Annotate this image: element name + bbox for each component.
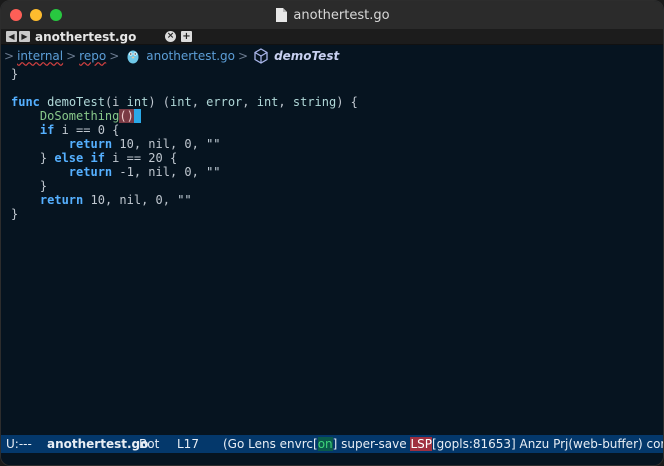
- go-file-icon: [126, 48, 140, 64]
- breadcrumb-separator: >: [66, 48, 77, 63]
- window-title-text: anothertest.go: [293, 7, 390, 23]
- buffer-position: Bot: [139, 437, 160, 451]
- code-line-8: return -1, nil, 0, "": [68, 165, 221, 179]
- breadcrumb-item-file[interactable]: anothertest.go: [146, 49, 235, 63]
- code-line-3: func demoTest(i int) (int, error, int, s…: [11, 95, 358, 109]
- maximize-window-button[interactable]: [50, 9, 62, 21]
- breadcrumb-separator: >: [238, 48, 249, 63]
- code-line-10: return 10, nil, 0, "": [39, 193, 192, 207]
- breadcrumb-item-internal[interactable]: internal: [17, 49, 63, 63]
- mode-line: U:--- anothertest.go Bot L17 (Go Lens en…: [1, 435, 663, 453]
- chevron-left-icon[interactable]: ◀: [6, 31, 17, 42]
- function-cube-icon: [253, 47, 269, 64]
- document-icon: [276, 8, 288, 22]
- breadcrumb-item-repo[interactable]: repo: [79, 49, 106, 63]
- breadcrumb-separator: >: [4, 48, 15, 63]
- editor-window: anothertest.go ◀ ▶ anothertest.go × + > …: [0, 0, 664, 466]
- tab-close-icon[interactable]: ×: [165, 31, 176, 42]
- buffer-state: U:---: [6, 437, 32, 451]
- code-line-4: DoSomething(): [11, 109, 141, 123]
- buffer-name[interactable]: anothertest.go: [47, 435, 148, 453]
- code-line-11: }: [11, 207, 19, 221]
- code-line-1: }: [11, 67, 19, 81]
- minimize-window-button[interactable]: [30, 9, 42, 21]
- lsp-info: [gopls:81653] Anzu Prj(web-buffer) compa…: [431, 437, 663, 451]
- echo-area: [1, 453, 663, 465]
- window-controls: [10, 9, 62, 21]
- code-line-7: } else if i == 20 {: [11, 151, 178, 165]
- tab-bar: ◀ ▶ anothertest.go × +: [1, 29, 663, 45]
- breadcrumb: > internal > repo > anothertest.go > dem…: [1, 46, 663, 65]
- breadcrumb-separator: >: [109, 48, 120, 63]
- tab-anothertest[interactable]: anothertest.go: [31, 29, 181, 45]
- tab-label: anothertest.go: [35, 30, 137, 44]
- window-title: anothertest.go: [276, 7, 390, 23]
- breadcrumb-item-function[interactable]: demoTest: [274, 49, 339, 63]
- new-tab-icon[interactable]: +: [181, 31, 192, 42]
- text-cursor: [133, 109, 141, 123]
- modes-mid: ] super-save: [332, 437, 411, 451]
- code-line-6: return 10, nil, 0, "": [68, 137, 221, 151]
- close-window-button[interactable]: [10, 9, 22, 21]
- modes-prefix: (Go Lens envrc[: [223, 437, 318, 451]
- chevron-right-icon[interactable]: ▶: [19, 31, 30, 42]
- minor-modes[interactable]: (Go Lens envrc[on] super-save LSP[gopls:…: [223, 435, 663, 453]
- code-editor[interactable]: } func demoTest(i int) (int, error, int,…: [1, 65, 663, 435]
- code-line-9: }: [11, 179, 48, 193]
- line-number: L17: [177, 437, 199, 451]
- title-bar: anothertest.go: [1, 1, 663, 29]
- lsp-indicator[interactable]: LSP: [410, 437, 432, 451]
- code-line-5: if i == 0 {: [39, 123, 120, 137]
- envrc-state: on: [317, 437, 333, 451]
